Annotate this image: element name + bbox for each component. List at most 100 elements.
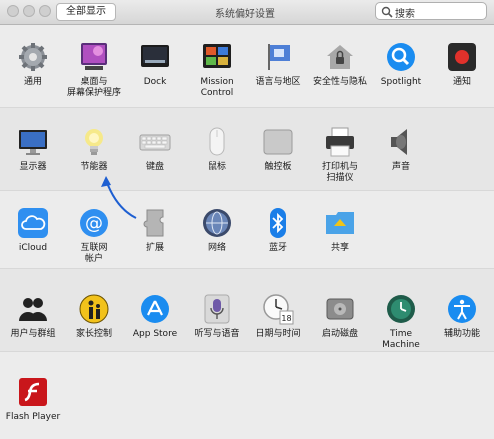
pref-general[interactable]: 通用 bbox=[2, 41, 64, 88]
pref-date-time-label: 日期与时间 bbox=[255, 329, 301, 339]
pref-mission-control[interactable]: Mission Control bbox=[186, 41, 248, 99]
show-all-button[interactable]: 全部显示 bbox=[56, 3, 116, 21]
pref-general-label: 通用 bbox=[23, 77, 42, 87]
pref-energy-saver-label: 节能器 bbox=[80, 162, 108, 172]
pref-displays-label: 显示器 bbox=[19, 162, 47, 172]
pref-dictation-speech[interactable]: 听写与语音 bbox=[186, 293, 248, 340]
pref-trackpad-label: 触控板 bbox=[264, 162, 292, 172]
hard-disk-icon bbox=[326, 298, 354, 320]
pref-notifications[interactable]: 通知 bbox=[431, 41, 493, 88]
time-machine-icon bbox=[387, 295, 415, 323]
pref-startup-disk[interactable]: 启动磁盘 bbox=[309, 293, 371, 340]
title-bar: 全部显示 系统偏好设置 搜索 bbox=[0, 0, 494, 25]
pref-network-label: 网络 bbox=[207, 243, 226, 253]
pref-startup-disk-label: 启动磁盘 bbox=[321, 329, 358, 339]
pref-app-store-label: App Store bbox=[132, 329, 178, 339]
pref-keyboard-label: 键盘 bbox=[145, 162, 164, 172]
pref-desktop[interactable]: 桌面与 屏幕保护程序 bbox=[63, 41, 125, 99]
users-silhouette-icon bbox=[19, 298, 47, 321]
pref-security-privacy[interactable]: 安全性与隐私 bbox=[309, 41, 371, 88]
calendar-day: 18 bbox=[281, 314, 291, 323]
display-monitor-icon bbox=[19, 130, 47, 155]
mission-control-icon bbox=[203, 44, 231, 68]
search-icon bbox=[381, 6, 393, 18]
pref-printers-scanners[interactable]: 打印机与 扫描仪 bbox=[309, 126, 371, 184]
clock-calendar-icon: 18 bbox=[263, 294, 294, 325]
pref-language-region[interactable]: 语言与地区 bbox=[247, 41, 309, 88]
pref-spotlight[interactable]: Spotlight bbox=[370, 41, 432, 88]
pref-accessibility-label: 辅助功能 bbox=[443, 329, 480, 339]
pref-app-store[interactable]: App Store bbox=[124, 293, 186, 340]
pref-notifications-label: 通知 bbox=[452, 77, 471, 87]
at-sign-icon: @ bbox=[80, 209, 108, 237]
accessibility-icon bbox=[448, 295, 476, 323]
pref-sharing[interactable]: 共享 bbox=[309, 207, 371, 254]
pref-dock[interactable]: Dock bbox=[124, 41, 186, 88]
window-title: 系统偏好设置 bbox=[215, 9, 275, 20]
pref-trackpad[interactable]: 触控板 bbox=[247, 126, 309, 173]
hardware-section: 显示器 节能器 键盘 鼠标 触控板 打印机与 扫描仪 声音 bbox=[0, 108, 494, 191]
system-section: 用户与群组 家长控制 App Store 听写与语音 18 日期与时间 启动磁盘… bbox=[0, 269, 494, 352]
pref-language-region-label: 语言与地区 bbox=[255, 77, 301, 87]
pref-icloud[interactable]: iCloud bbox=[2, 207, 64, 254]
pref-flash-player[interactable]: Flash Player bbox=[2, 376, 64, 423]
sharing-folder-icon bbox=[326, 212, 354, 234]
desktop-screensaver-icon bbox=[81, 43, 107, 70]
search-placeholder: 搜索 bbox=[395, 9, 415, 20]
speaker-icon bbox=[391, 129, 407, 155]
minimize-window-button[interactable] bbox=[23, 5, 35, 17]
pref-users-groups-label: 用户与群组 bbox=[10, 329, 56, 339]
pref-displays[interactable]: 显示器 bbox=[2, 126, 64, 173]
pref-dock-label: Dock bbox=[143, 77, 167, 87]
pref-mouse-label: 鼠标 bbox=[207, 162, 226, 172]
pref-flash-player-label: Flash Player bbox=[5, 412, 61, 422]
pref-mouse[interactable]: 鼠标 bbox=[186, 126, 248, 173]
house-lock-icon bbox=[327, 45, 353, 69]
printer-icon bbox=[326, 127, 354, 157]
svg-text:@: @ bbox=[85, 213, 103, 234]
pref-parental-controls[interactable]: 家长控制 bbox=[63, 293, 125, 340]
trackpad-icon bbox=[263, 129, 293, 155]
pref-sound[interactable]: 声音 bbox=[370, 126, 432, 173]
pref-internet-accounts[interactable]: @ 互联网 帐户 bbox=[63, 207, 125, 265]
icloud-icon bbox=[18, 208, 48, 238]
zoom-window-button[interactable] bbox=[39, 5, 51, 17]
pref-extensions-label: 扩展 bbox=[145, 243, 164, 253]
pref-extensions[interactable]: 扩展 bbox=[124, 207, 186, 254]
pref-parental-controls-label: 家长控制 bbox=[75, 329, 112, 339]
dock-icon bbox=[141, 45, 169, 67]
light-bulb-icon bbox=[85, 129, 103, 155]
internet-wireless-section: iCloud @ 互联网 帐户 扩展 网络 蓝牙 共享 bbox=[0, 191, 494, 269]
pref-energy-saver[interactable]: 节能器 bbox=[63, 126, 125, 173]
mouse-icon bbox=[209, 127, 225, 156]
network-globe-icon bbox=[203, 209, 231, 237]
microphone-icon bbox=[204, 294, 230, 324]
pref-keyboard[interactable]: 键盘 bbox=[124, 126, 186, 173]
pref-bluetooth[interactable]: 蓝牙 bbox=[247, 207, 309, 254]
pref-time-machine-label: Time Machine bbox=[382, 329, 420, 350]
notifications-icon bbox=[448, 43, 476, 71]
pref-sound-label: 声音 bbox=[391, 162, 410, 172]
pref-desktop-label: 桌面与 屏幕保护程序 bbox=[66, 77, 121, 98]
puzzle-piece-icon bbox=[143, 209, 164, 237]
close-window-button[interactable] bbox=[7, 5, 19, 17]
pref-printers-scanners-label: 打印机与 扫描仪 bbox=[321, 162, 358, 183]
keyboard-icon bbox=[139, 134, 171, 151]
pref-date-time[interactable]: 18 日期与时间 bbox=[247, 293, 309, 340]
pref-time-machine[interactable]: Time Machine bbox=[370, 293, 432, 351]
personal-section: 通用 桌面与 屏幕保护程序 Dock Mission Control 语言与地区… bbox=[0, 25, 494, 108]
pref-users-groups[interactable]: 用户与群组 bbox=[2, 293, 64, 340]
pref-icloud-label: iCloud bbox=[18, 243, 48, 253]
pref-dictation-speech-label: 听写与语音 bbox=[194, 329, 240, 339]
pref-bluetooth-label: 蓝牙 bbox=[268, 243, 287, 253]
parental-controls-icon bbox=[79, 294, 109, 324]
search-field[interactable]: 搜索 bbox=[375, 2, 487, 20]
pref-accessibility[interactable]: 辅助功能 bbox=[431, 293, 493, 340]
pref-network[interactable]: 网络 bbox=[186, 207, 248, 254]
pref-spotlight-label: Spotlight bbox=[380, 77, 422, 87]
spotlight-icon bbox=[387, 43, 415, 71]
gear-icon bbox=[19, 43, 47, 71]
bluetooth-icon bbox=[270, 208, 286, 238]
pref-sharing-label: 共享 bbox=[330, 243, 349, 253]
pref-internet-accounts-label: 互联网 帐户 bbox=[80, 243, 108, 264]
